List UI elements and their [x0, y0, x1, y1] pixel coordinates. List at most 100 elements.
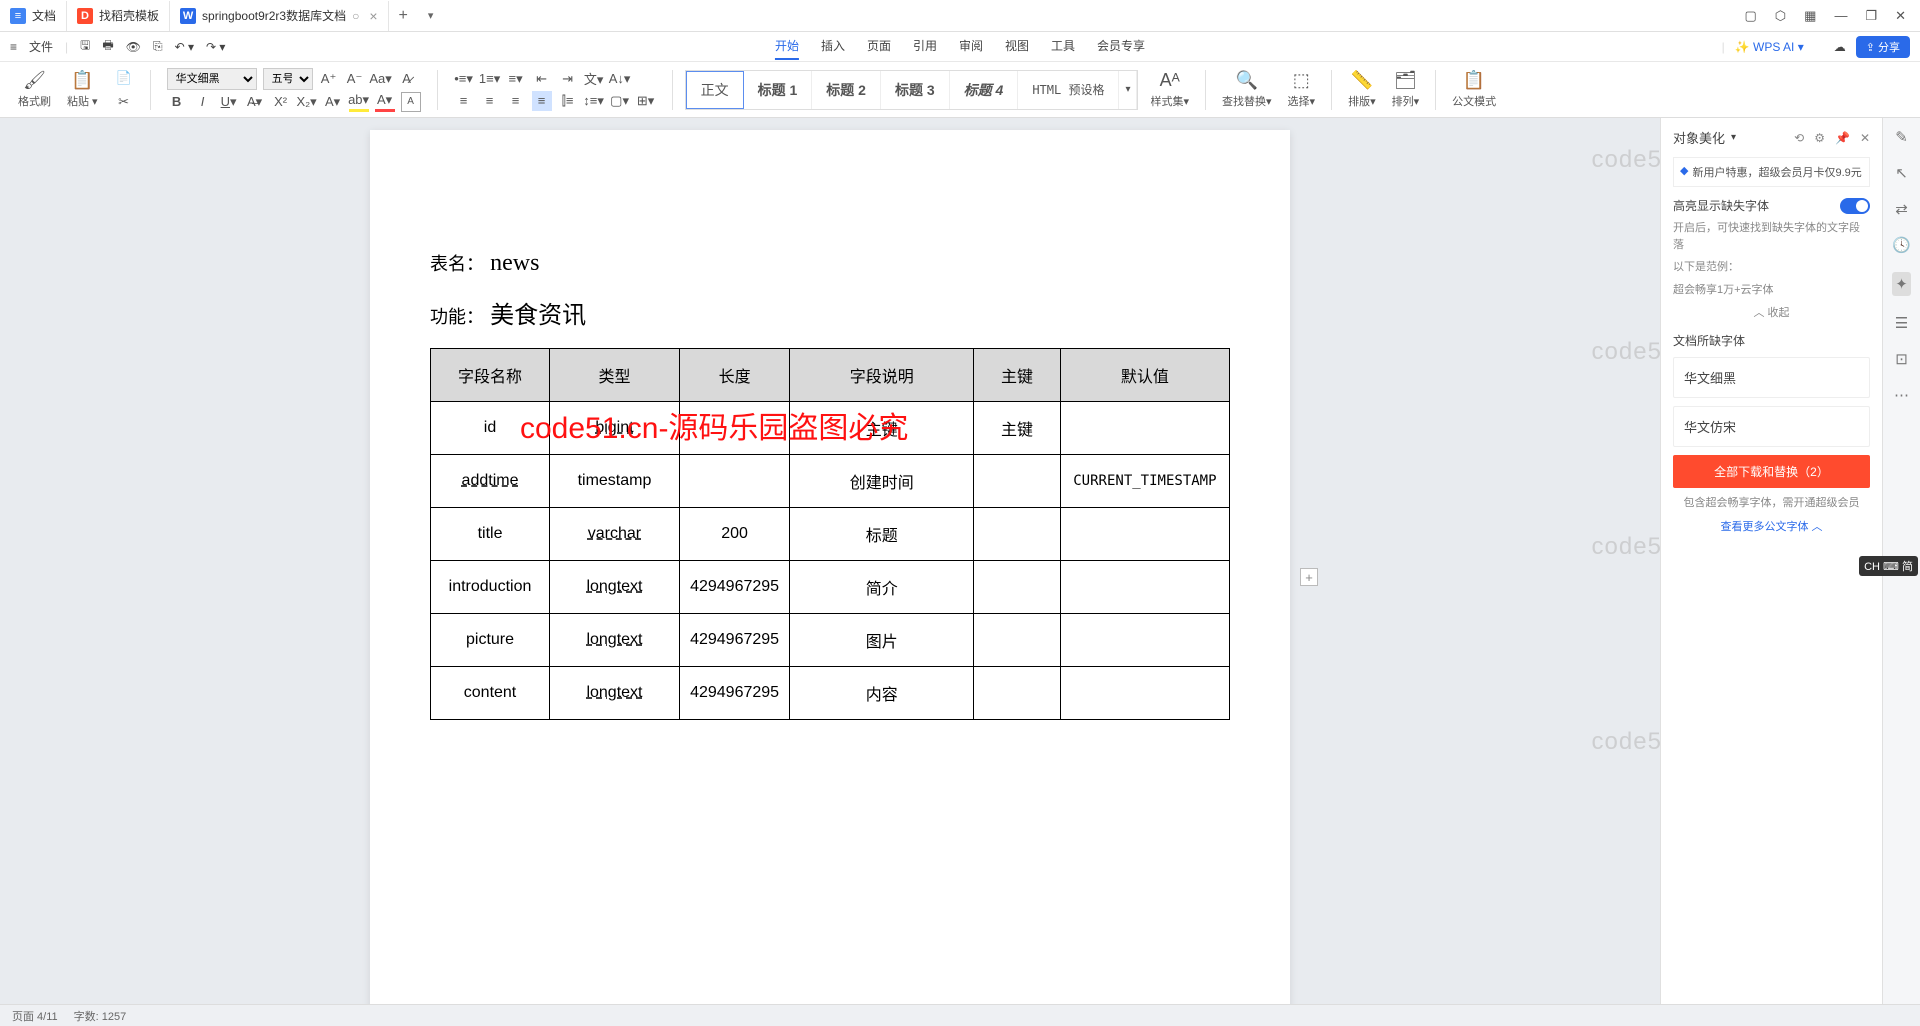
style-h3[interactable]: 标题 3 — [881, 71, 950, 109]
tab-view[interactable]: 视图 — [1005, 33, 1029, 60]
bold-icon[interactable]: B — [167, 92, 187, 112]
bullet-list-icon[interactable]: •≡▾ — [454, 69, 474, 89]
add-tab-button[interactable]: + — [389, 7, 418, 25]
change-case-icon[interactable]: Aa▾ — [371, 69, 391, 89]
page-indicator[interactable]: 页面 4/11 — [12, 1008, 58, 1024]
close-icon[interactable]: × — [369, 8, 377, 24]
align-right-icon[interactable]: ≡ — [506, 91, 526, 111]
font-size-select[interactable]: 五号 — [263, 68, 313, 90]
align-left-icon[interactable]: ≡ — [454, 91, 474, 111]
increase-font-icon[interactable]: A⁺ — [319, 69, 339, 89]
table-row[interactable]: introductionlongtext4294967295简介 — [431, 561, 1230, 614]
toggle-switch[interactable] — [1840, 198, 1870, 214]
more-fonts-link[interactable]: 查看更多公文字体 ︿ — [1673, 518, 1870, 534]
collapse-button[interactable]: ︿ 收起 — [1673, 304, 1870, 320]
indent-right-icon[interactable]: ⇥ — [558, 69, 578, 89]
tab-tools[interactable]: 工具 — [1051, 33, 1075, 60]
close-panel-icon[interactable]: ✕ — [1860, 131, 1870, 145]
cursor-icon[interactable]: ↖ — [1895, 164, 1908, 182]
table-row[interactable]: contentlongtext4294967295内容 — [431, 667, 1230, 720]
paste-button[interactable]: 📋粘贴 ▾ — [63, 70, 102, 109]
more-icon[interactable]: ⋯ — [1894, 386, 1909, 404]
cloud-icon[interactable]: ☁ — [1834, 40, 1846, 54]
app-menu-icon[interactable]: ≡ — [10, 40, 17, 54]
underline-icon[interactable]: U▾ — [219, 92, 239, 112]
close-window-icon[interactable]: ✕ — [1895, 8, 1906, 24]
redo-icon[interactable]: ↷ ▾ — [206, 40, 225, 54]
add-element-button[interactable]: + — [1300, 568, 1318, 586]
highlight-icon[interactable]: ab▾ — [349, 92, 369, 112]
box-icon[interactable]: ⊡ — [1895, 350, 1908, 368]
text-dir-icon[interactable]: 文▾ — [584, 69, 604, 89]
distribute-icon[interactable]: ⫿≡ — [558, 91, 578, 111]
tab-reference[interactable]: 引用 — [913, 33, 937, 60]
transfer-icon[interactable]: ⇄ — [1895, 200, 1908, 218]
pin-icon[interactable]: 📌 — [1835, 131, 1850, 145]
file-menu[interactable]: 文件 — [29, 38, 53, 55]
table-row[interactable]: addtimetimestamp创建时间CURRENT_TIMESTAMP — [431, 455, 1230, 508]
align-center-icon[interactable]: ≡ — [480, 91, 500, 111]
style-normal[interactable]: 正文 — [686, 71, 744, 109]
clear-format-icon[interactable]: A̷ — [397, 69, 417, 89]
save-icon[interactable]: 🖫 — [80, 36, 90, 57]
italic-icon[interactable]: I — [193, 92, 213, 112]
layout-button[interactable]: 📏排版▾ — [1344, 70, 1380, 109]
tab-menu-button[interactable]: ▾ — [418, 9, 444, 22]
sparkle-icon[interactable]: ✦ — [1892, 272, 1911, 296]
print-icon[interactable]: 🖶 — [102, 36, 113, 57]
strike-icon[interactable]: A̶▾ — [245, 92, 265, 112]
undo-icon[interactable]: ↶ ▾ — [175, 40, 194, 54]
gov-doc-button[interactable]: 📋公文模式 — [1448, 70, 1500, 109]
cut-icon[interactable]: ✂ — [114, 92, 134, 112]
preview-icon[interactable]: 👁 — [126, 40, 141, 54]
tab-template[interactable]: D 找稻壳模板 — [67, 1, 170, 31]
format-painter-button[interactable]: 🖌格式刷 — [14, 70, 55, 109]
share-button[interactable]: ⇪ 分享 — [1856, 36, 1910, 58]
pencil-icon[interactable]: ✎ — [1895, 128, 1908, 146]
arrange-button[interactable]: 🗂排列▾ — [1388, 70, 1424, 109]
promo-banner[interactable]: ◆ 新用户特惠，超级会员月卡仅9.9元 — [1673, 157, 1870, 187]
style-h1[interactable]: 标题 1 — [744, 71, 813, 109]
table-row[interactable]: titlevarchar200标题 — [431, 508, 1230, 561]
maximize-icon[interactable]: ❐ — [1865, 8, 1877, 24]
word-count[interactable]: 字数: 1257 — [74, 1008, 127, 1024]
copy-icon[interactable]: 📄 — [114, 68, 134, 88]
ime-indicator[interactable]: CH ⌨ 简 — [1859, 556, 1918, 576]
style-h2[interactable]: 标题 2 — [812, 71, 881, 109]
font-card[interactable]: 华文细黑 — [1673, 357, 1870, 398]
superscript-icon[interactable]: X² — [271, 92, 291, 112]
document-workspace[interactable]: code51.cn code51.cn code51.cn code51.cn … — [0, 118, 1660, 1004]
style-expand-icon[interactable]: ▾ — [1119, 71, 1137, 109]
font-color-icon[interactable]: A▾ — [375, 92, 395, 112]
wps-ai-button[interactable]: ✨ WPS AI ▾ — [1735, 40, 1804, 54]
style-gallery[interactable]: 正文 标题 1 标题 2 标题 3 标题 4 HTML 预设格 ▾ — [685, 70, 1139, 110]
style-html[interactable]: HTML 预设格 — [1018, 71, 1119, 109]
subscript-icon[interactable]: X₂▾ — [297, 92, 317, 112]
win-icon[interactable]: ▢ — [1744, 8, 1756, 24]
download-all-button[interactable]: 全部下载和替换（2） — [1673, 455, 1870, 488]
styles-button[interactable]: Aᴬ样式集▾ — [1146, 70, 1193, 109]
border-icon[interactable]: ⊞▾ — [636, 91, 656, 111]
clock-icon[interactable]: 🕓 — [1892, 236, 1911, 254]
multilevel-icon[interactable]: ≡▾ — [506, 69, 526, 89]
font-effect-icon[interactable]: A▾ — [323, 92, 343, 112]
line-spacing-icon[interactable]: ↕≡▾ — [584, 91, 604, 111]
table-row[interactable]: picturelongtext4294967295图片 — [431, 614, 1230, 667]
settings-icon[interactable]: ⚙ — [1814, 131, 1825, 145]
layers-icon[interactable]: ☰ — [1895, 314, 1908, 332]
minimize-icon[interactable]: — — [1834, 8, 1847, 24]
indent-left-icon[interactable]: ⇤ — [532, 69, 552, 89]
cube-icon[interactable]: ⬡ — [1775, 8, 1786, 24]
tab-doc[interactable]: ≡ 文档 — [0, 1, 67, 31]
refresh-icon[interactable]: ⟲ — [1794, 131, 1804, 145]
tab-member[interactable]: 会员专享 — [1097, 33, 1145, 60]
grid-icon[interactable]: ▦ — [1804, 8, 1816, 24]
align-justify-icon[interactable]: ≡ — [532, 91, 552, 111]
number-list-icon[interactable]: 1≡▾ — [480, 69, 500, 89]
tab-insert[interactable]: 插入 — [821, 33, 845, 60]
tab-start[interactable]: 开始 — [775, 33, 799, 60]
export-icon[interactable]: ⎘ — [153, 39, 163, 54]
decrease-font-icon[interactable]: A⁻ — [345, 69, 365, 89]
font-card[interactable]: 华文仿宋 — [1673, 406, 1870, 447]
find-replace-button[interactable]: 🔍查找替换▾ — [1218, 70, 1276, 109]
